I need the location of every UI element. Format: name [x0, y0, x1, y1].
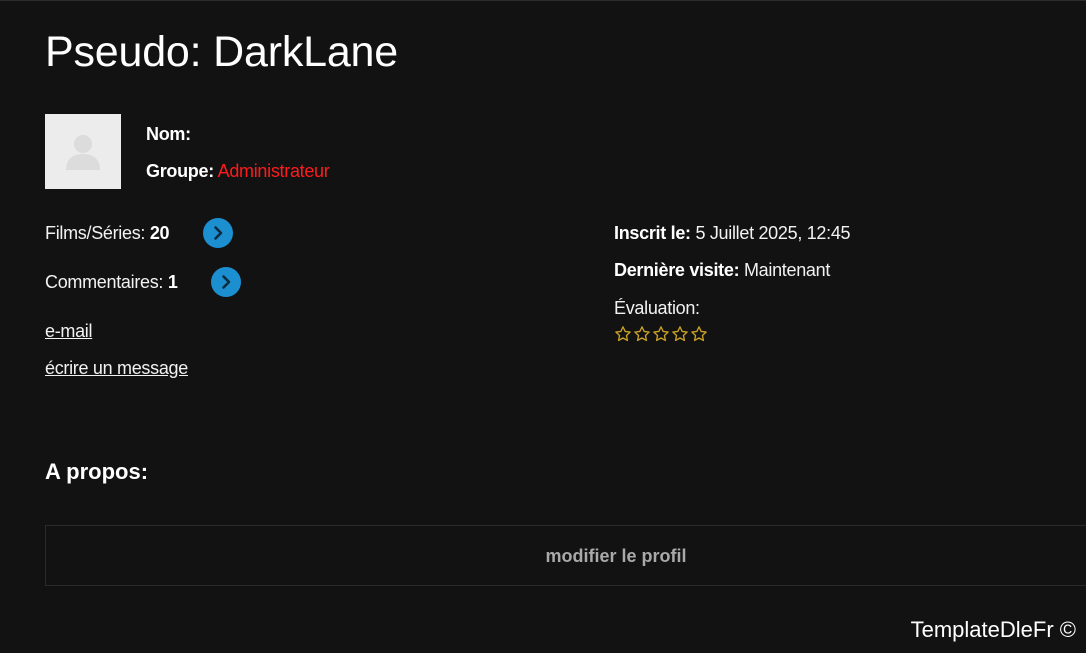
star-icon[interactable] [671, 325, 689, 343]
films-stat: Films/Séries: 20 [45, 222, 170, 244]
comments-stat: Commentaires: 1 [45, 271, 178, 293]
registered-value: 5 Juillet 2025, 12:45 [695, 223, 851, 243]
user-placeholder-icon [66, 135, 100, 170]
send-message-link[interactable]: écrire un message [45, 357, 188, 379]
chevron-right-icon [222, 275, 231, 289]
avatar [45, 114, 121, 189]
name-label: Nom: [146, 124, 191, 144]
chevron-right-icon [214, 226, 223, 240]
films-arrow-button[interactable] [203, 218, 233, 248]
registered-label: Inscrit le: [614, 223, 691, 243]
films-count: 20 [149, 223, 170, 243]
star-icon[interactable] [690, 325, 708, 343]
group-row: Groupe: Administrateur [146, 160, 330, 182]
last-visit-label: Dernière visite: [614, 260, 740, 280]
footer-copyright: TemplateDleFr © [910, 617, 1076, 642]
star-icon[interactable] [614, 325, 632, 343]
edit-profile-button[interactable]: modifier le profil [45, 525, 1086, 586]
group-value: Administrateur [217, 161, 330, 181]
edit-profile-label: modifier le profil [545, 546, 687, 566]
email-link[interactable]: e-mail [45, 320, 93, 342]
registered-row: Inscrit le: 5 Juillet 2025, 12:45 [614, 222, 851, 244]
top-divider [0, 0, 1086, 1]
comments-count: 1 [167, 272, 178, 292]
star-icon[interactable] [633, 325, 651, 343]
evaluation-label: Évaluation: [614, 298, 700, 318]
star-icon[interactable] [652, 325, 670, 343]
comments-label: Commentaires: [45, 272, 164, 292]
about-title: A propos: [45, 459, 149, 484]
group-label: Groupe: [146, 161, 214, 181]
last-visit-value: Maintenant [743, 260, 831, 280]
rating-stars [614, 325, 708, 343]
films-label: Films/Séries: [45, 223, 146, 243]
page-title: Pseudo: DarkLane [45, 28, 398, 76]
evaluation-row: Évaluation: [614, 297, 700, 319]
comments-arrow-button[interactable] [211, 267, 241, 297]
name-row: Nom: [146, 123, 191, 145]
last-visit-row: Dernière visite: Maintenant [614, 259, 830, 281]
